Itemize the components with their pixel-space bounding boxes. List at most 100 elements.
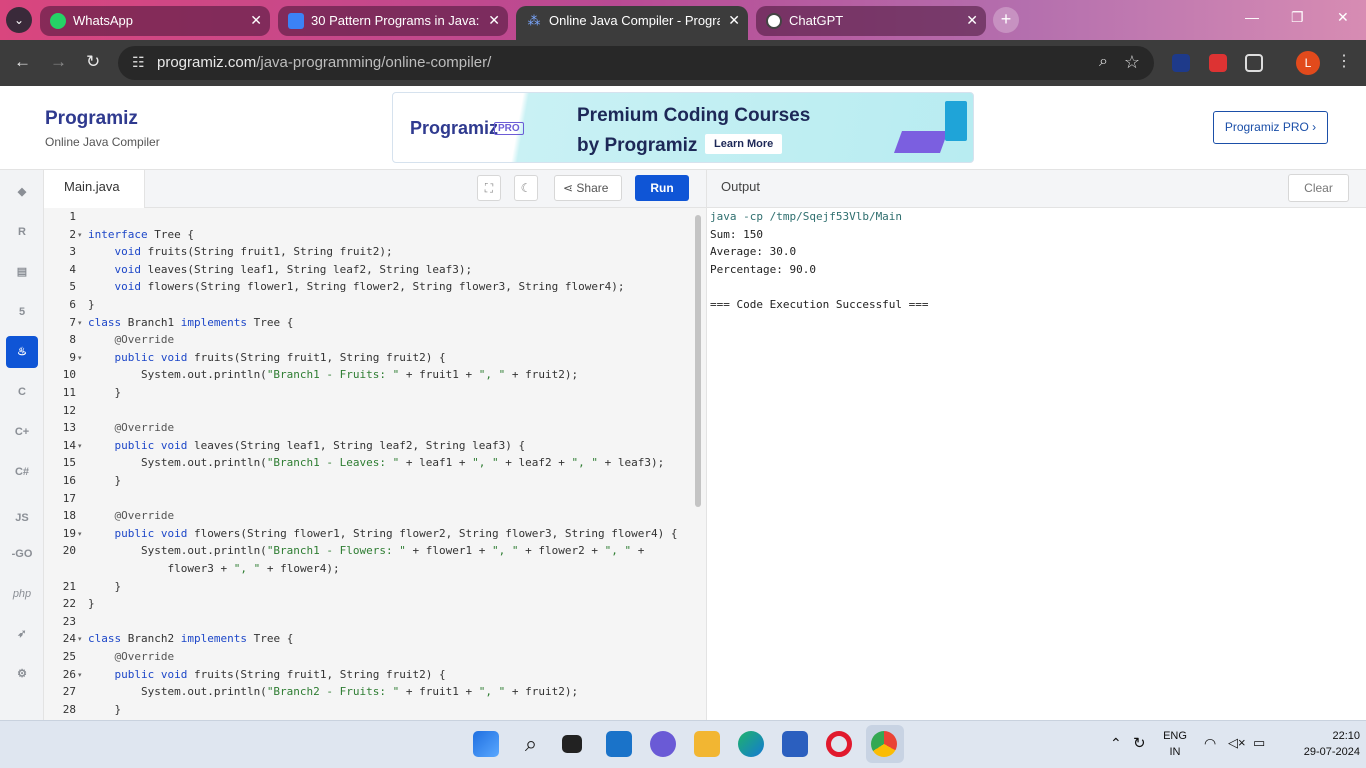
code-line[interactable]: @Override bbox=[88, 650, 175, 663]
fold-arrow-icon[interactable]: ▾ bbox=[78, 319, 82, 327]
close-tab-icon[interactable]: ✕ bbox=[250, 12, 262, 29]
close-window-icon[interactable]: ✕ bbox=[1337, 9, 1349, 26]
python-icon[interactable]: ◆ bbox=[8, 178, 36, 206]
code-line[interactable]: class Branch1 implements Tree { bbox=[88, 316, 293, 329]
language-indicator[interactable]: ENG bbox=[1162, 730, 1188, 742]
fold-arrow-icon[interactable]: ▾ bbox=[78, 671, 82, 679]
code-line[interactable]: public void fruits(String fruit1, String… bbox=[88, 351, 446, 364]
code-line[interactable]: interface Tree { bbox=[88, 228, 194, 241]
code-line[interactable]: @Override bbox=[88, 333, 175, 346]
new-tab-button[interactable]: + bbox=[993, 7, 1019, 33]
tab-pattern-programs[interactable]: 30 Pattern Programs in Java: Sta ✕ bbox=[278, 6, 508, 36]
code-line[interactable]: void fruits(String fruit1, String fruit2… bbox=[88, 245, 393, 258]
sql-icon[interactable]: ▤ bbox=[8, 258, 36, 286]
code-line[interactable]: public void flowers(String flower1, Stri… bbox=[88, 527, 678, 540]
extension-red-icon[interactable] bbox=[1209, 54, 1227, 72]
widgets-icon[interactable] bbox=[606, 731, 632, 757]
wifi-icon[interactable]: ◠ bbox=[1204, 735, 1216, 752]
close-tab-icon[interactable]: ✕ bbox=[966, 12, 978, 29]
browser-menu-icon[interactable]: ⋮ bbox=[1336, 51, 1352, 71]
zoom-icon[interactable]: ⌕ bbox=[1099, 53, 1108, 71]
editor-scrollbar[interactable] bbox=[695, 215, 701, 507]
battery-icon[interactable]: ▭ bbox=[1253, 735, 1265, 751]
close-tab-icon[interactable]: ✕ bbox=[488, 12, 500, 29]
fold-arrow-icon[interactable]: ▾ bbox=[78, 231, 82, 239]
code-line[interactable]: public void fruits(String fruit1, String… bbox=[88, 668, 446, 681]
task-view-icon[interactable] bbox=[562, 735, 582, 753]
extensions-puzzle-icon[interactable] bbox=[1245, 54, 1263, 72]
code-line[interactable]: } bbox=[88, 298, 95, 311]
url-text[interactable]: programiz.com/java-programming/online-co… bbox=[157, 54, 491, 71]
clock-date[interactable]: 29-07-2024 bbox=[1280, 746, 1360, 758]
c-icon[interactable]: C bbox=[8, 378, 36, 406]
close-tab-icon[interactable]: ✕ bbox=[728, 12, 740, 29]
cpp-icon[interactable]: C+ bbox=[8, 418, 36, 446]
restore-icon[interactable]: ❐ bbox=[1291, 9, 1304, 26]
rust-icon[interactable]: ⚙ bbox=[8, 660, 36, 688]
fold-arrow-icon[interactable]: ▾ bbox=[78, 442, 82, 450]
java-icon[interactable]: ♨ bbox=[6, 336, 38, 368]
profile-avatar[interactable]: L bbox=[1296, 51, 1320, 75]
code-line[interactable]: System.out.println("Branch1 - Leaves: " … bbox=[88, 456, 664, 469]
promo-banner[interactable]: Programiz PRO Premium Coding Courses by … bbox=[392, 92, 974, 163]
speaker-muted-icon[interactable]: ◁× bbox=[1228, 735, 1246, 751]
sync-icon[interactable]: ↻ bbox=[1133, 734, 1146, 752]
code-line[interactable]: } bbox=[88, 597, 95, 610]
bookmark-star-icon[interactable]: ☆ bbox=[1124, 52, 1140, 73]
code-line[interactable]: System.out.println("Branch1 - Flowers: "… bbox=[88, 544, 644, 557]
code-line[interactable]: flower3 + ", " + flower4); bbox=[88, 562, 339, 575]
file-tab-main-java[interactable]: Main.java bbox=[44, 170, 145, 208]
opera-icon[interactable] bbox=[826, 731, 852, 757]
extension-icon[interactable] bbox=[1172, 54, 1190, 72]
chrome-icon[interactable] bbox=[871, 731, 897, 757]
fold-arrow-icon[interactable]: ▾ bbox=[78, 354, 82, 362]
forward-arrow-icon[interactable]: → bbox=[50, 52, 67, 72]
windows-start-icon[interactable] bbox=[473, 731, 499, 757]
microsoft-store-icon[interactable] bbox=[782, 731, 808, 757]
edge-icon[interactable] bbox=[738, 731, 764, 757]
region-indicator[interactable]: IN bbox=[1162, 746, 1188, 758]
php-icon[interactable]: php bbox=[8, 580, 36, 608]
fold-arrow-icon[interactable]: ▾ bbox=[78, 530, 82, 538]
csharp-icon[interactable]: C# bbox=[8, 458, 36, 486]
tab-online-java-compiler[interactable]: ⁂ Online Java Compiler - Program ✕ bbox=[516, 6, 748, 40]
run-button[interactable]: Run bbox=[635, 175, 689, 201]
share-button[interactable]: ⋖ Share bbox=[554, 175, 622, 201]
code-line[interactable]: System.out.println("Branch1 - Fruits: " … bbox=[88, 368, 578, 381]
dark-mode-moon-icon[interactable]: ☾ bbox=[514, 175, 538, 201]
code-line[interactable]: void flowers(String flower1, String flow… bbox=[88, 280, 625, 293]
learn-more-button[interactable]: Learn More bbox=[705, 134, 783, 154]
code-line[interactable]: @Override bbox=[88, 421, 175, 434]
programiz-logo[interactable]: Programiz bbox=[45, 108, 138, 130]
code-line[interactable]: } bbox=[88, 474, 121, 487]
swift-icon[interactable]: ➶ bbox=[8, 620, 36, 648]
code-line[interactable]: System.out.println("Branch2 - Fruits: " … bbox=[88, 685, 578, 698]
fold-arrow-icon[interactable]: ▾ bbox=[78, 635, 82, 643]
minimize-icon[interactable]: — bbox=[1245, 9, 1259, 25]
code-line[interactable]: } bbox=[88, 703, 121, 716]
tab-search-chevron-icon[interactable]: ⌄ bbox=[6, 7, 32, 33]
teams-chat-icon[interactable] bbox=[650, 731, 676, 757]
tray-overflow-chevron-icon[interactable]: ⌃ bbox=[1110, 735, 1122, 752]
r-icon[interactable]: R bbox=[8, 218, 36, 246]
clock-time[interactable]: 22:10 bbox=[1306, 730, 1360, 742]
code-line[interactable]: void leaves(String leaf1, String leaf2, … bbox=[88, 263, 473, 276]
html-icon[interactable]: 5 bbox=[8, 298, 36, 326]
fullscreen-icon[interactable]: ⛶ bbox=[477, 175, 501, 201]
back-arrow-icon[interactable]: ← bbox=[14, 52, 31, 72]
site-info-icon[interactable]: ☷ bbox=[132, 54, 145, 71]
go-icon[interactable]: -GO bbox=[8, 540, 36, 568]
tab-whatsapp[interactable]: WhatsApp ✕ bbox=[40, 6, 270, 36]
code-line[interactable]: @Override bbox=[88, 509, 175, 522]
js-icon[interactable]: JS bbox=[8, 504, 36, 532]
code-line[interactable]: } bbox=[88, 580, 121, 593]
clear-button[interactable]: Clear bbox=[1288, 174, 1349, 202]
programiz-pro-button[interactable]: Programiz PRO › bbox=[1213, 111, 1328, 144]
code-line[interactable]: class Branch2 implements Tree { bbox=[88, 632, 293, 645]
file-explorer-icon[interactable] bbox=[694, 731, 720, 757]
code-editor[interactable]: 1 2 ▾ 3 4 5 6 7 ▾ 8 9 ▾ 10 11 12 13 14 ▾ 15 16 17 18 19 ▾ 20 21 22… bbox=[44, 208, 706, 720]
reload-icon[interactable]: ↻ bbox=[86, 52, 100, 72]
address-bar[interactable]: ☷ programiz.com/java-programming/online-… bbox=[118, 46, 1154, 80]
search-icon[interactable]: ⌕ bbox=[518, 731, 544, 757]
code-line[interactable]: public void leaves(String leaf1, String … bbox=[88, 439, 526, 452]
